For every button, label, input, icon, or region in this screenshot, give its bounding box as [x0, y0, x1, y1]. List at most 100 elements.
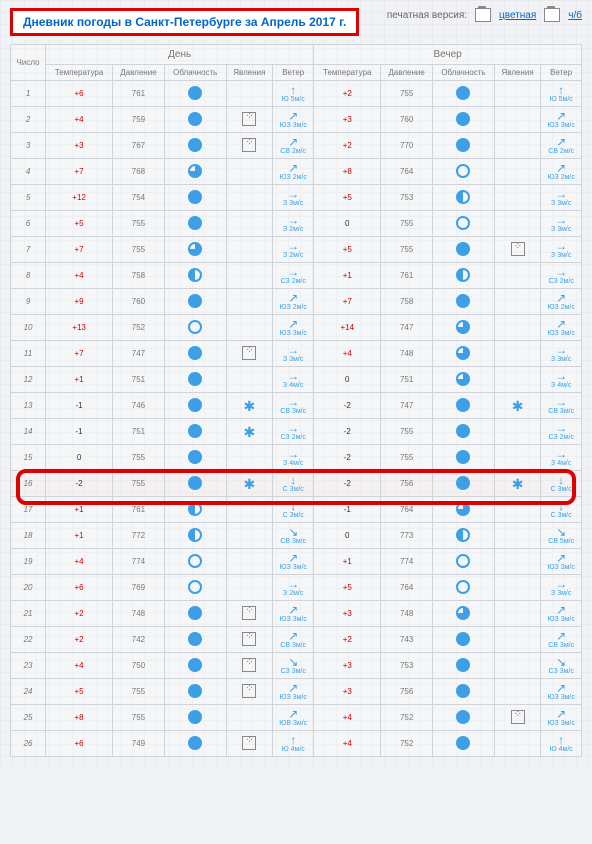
- cell-eve-temp: +7: [314, 289, 381, 315]
- table-row: 22+2742↗СВ 3м/с+2743↗СВ 3м/с: [11, 627, 582, 653]
- col-day-phen: Явления: [226, 65, 273, 81]
- cell-day-cloud: [164, 627, 226, 653]
- wind-arrow-icon: ↗: [275, 136, 311, 148]
- cell-eve-phen: [494, 211, 541, 237]
- wind-arrow-icon: →: [543, 370, 579, 382]
- cell-day-phen: [226, 159, 273, 185]
- cell-eve-phen: [494, 237, 541, 263]
- cloud-icon: [188, 450, 202, 464]
- cell-eve-wind: →СВ 3м/с: [541, 393, 582, 419]
- cell-eve-cloud: [433, 81, 495, 107]
- wind-label: З 3м/с: [551, 226, 571, 233]
- wind-label: ЮЗ 3м/с: [280, 616, 307, 623]
- wind-label: СВ 3м/с: [548, 408, 574, 415]
- print-label: печатная версия:: [387, 10, 467, 21]
- cell-eve-cloud: [433, 367, 495, 393]
- cell-day-cloud: [164, 705, 226, 731]
- wind-cell: →СЗ 2м/с: [275, 422, 311, 441]
- cloud-icon: [188, 710, 202, 724]
- wind-cell: ↗ЮЗ 2м/с: [275, 162, 311, 181]
- cell-num: 12: [11, 367, 46, 393]
- wind-cell: ↑Ю 5м/с: [543, 84, 579, 103]
- wind-label: ЮЗ 2м/с: [280, 174, 307, 181]
- cell-day-wind: →З 2м/с: [273, 237, 314, 263]
- precip-icon: [242, 606, 256, 620]
- print-color-link[interactable]: цветная: [499, 10, 536, 21]
- cell-eve-phen: [494, 653, 541, 679]
- cell-eve-temp: +2: [314, 627, 381, 653]
- cell-eve-press: 773: [381, 523, 433, 549]
- cell-num: 3: [11, 133, 46, 159]
- cell-day-wind: ↓С 3м/с: [273, 497, 314, 523]
- page-title-box: Дневник погоды в Санкт-Петербурге за Апр…: [10, 8, 359, 36]
- cell-eve-phen: [494, 497, 541, 523]
- cloud-icon: [456, 320, 470, 334]
- cell-eve-press: 761: [381, 263, 433, 289]
- wind-label: ЮЗ 3м/с: [280, 122, 307, 129]
- cloud-icon: [456, 528, 470, 542]
- wind-cell: ↗ЮЗ 2м/с: [543, 292, 579, 311]
- cell-eve-phen: [494, 367, 541, 393]
- cloud-icon: [456, 736, 470, 750]
- cell-eve-cloud: [433, 653, 495, 679]
- cell-day-wind: ↗ЮЗ 2м/с: [273, 159, 314, 185]
- wind-cell: ↘СВ 3м/с: [275, 526, 311, 545]
- wind-arrow-icon: ↗: [543, 162, 579, 174]
- cell-day-phen: [226, 263, 273, 289]
- cell-day-temp: 0: [46, 445, 113, 471]
- cell-day-phen: [226, 679, 273, 705]
- wind-arrow-icon: →: [543, 240, 579, 252]
- cell-day-press: 751: [113, 367, 165, 393]
- print-bw-link[interactable]: ч/б: [568, 10, 582, 21]
- cell-day-cloud: [164, 393, 226, 419]
- cell-day-wind: →СЗ 2м/с: [273, 419, 314, 445]
- wind-cell: ↗ЮЗ 2м/с: [543, 162, 579, 181]
- cell-day-cloud: [164, 575, 226, 601]
- cell-eve-phen: [494, 159, 541, 185]
- wind-arrow-icon: →: [543, 344, 579, 356]
- cell-day-temp: +7: [46, 341, 113, 367]
- wind-cell: →З 2м/с: [275, 214, 311, 233]
- cell-day-phen: [226, 81, 273, 107]
- table-row: 9+9760↗ЮЗ 2м/с+7758↗ЮЗ 2м/с: [11, 289, 582, 315]
- wind-cell: ↗ЮЗ 3м/с: [543, 110, 579, 129]
- cell-day-temp: +7: [46, 237, 113, 263]
- cell-day-cloud: [164, 185, 226, 211]
- snow-icon: ✱: [512, 398, 524, 414]
- cell-eve-cloud: [433, 133, 495, 159]
- wind-label: СЗ 2м/с: [549, 434, 574, 441]
- cloud-icon: [188, 580, 202, 594]
- cloud-icon: [188, 606, 202, 620]
- cell-eve-press: 760: [381, 107, 433, 133]
- cell-day-phen: [226, 107, 273, 133]
- wind-label: З 2м/с: [283, 590, 303, 597]
- cell-day-cloud: [164, 107, 226, 133]
- printer-bw-icon: [544, 8, 560, 22]
- cell-day-press: 755: [113, 237, 165, 263]
- cell-eve-wind: →З 4м/с: [541, 445, 582, 471]
- table-row: 13-1746✱→СВ 3м/с-2747✱→СВ 3м/с: [11, 393, 582, 419]
- cell-eve-cloud: [433, 341, 495, 367]
- wind-arrow-icon: ↗: [275, 630, 311, 642]
- cell-day-press: 742: [113, 627, 165, 653]
- cell-day-temp: -1: [46, 393, 113, 419]
- cell-day-cloud: [164, 419, 226, 445]
- cell-day-phen: [226, 211, 273, 237]
- cell-num: 18: [11, 523, 46, 549]
- cell-day-press: 746: [113, 393, 165, 419]
- wind-arrow-icon: →: [543, 578, 579, 590]
- cell-eve-press: 748: [381, 601, 433, 627]
- cell-eve-phen: [494, 679, 541, 705]
- wind-cell: →З 4м/с: [275, 370, 311, 389]
- wind-cell: ↘СЗ 3м/с: [543, 656, 579, 675]
- cell-eve-cloud: [433, 627, 495, 653]
- cloud-icon: [188, 216, 202, 230]
- cell-eve-cloud: [433, 393, 495, 419]
- cell-eve-cloud: [433, 731, 495, 757]
- wind-cell: ↗ЮЗ 3м/с: [275, 110, 311, 129]
- cell-eve-cloud: [433, 471, 495, 497]
- wind-cell: →З 3м/с: [543, 578, 579, 597]
- cell-eve-wind: ↗ЮЗ 3м/с: [541, 679, 582, 705]
- cell-eve-wind: ↗СВ 2м/с: [541, 133, 582, 159]
- table-row: 19+4774↗ЮЗ 3м/с+1774↗ЮЗ 3м/с: [11, 549, 582, 575]
